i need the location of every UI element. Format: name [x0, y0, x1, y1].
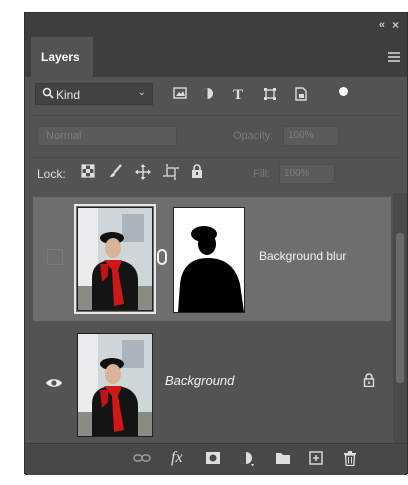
- tab-row: Layers: [25, 37, 407, 77]
- divider: [33, 157, 401, 158]
- filter-row: Kind ⌄ T: [25, 77, 407, 113]
- lock-icon: [363, 373, 375, 390]
- lock-image-pixels-icon[interactable]: [109, 164, 123, 181]
- lock-row: Lock: Fill: 100%: [25, 161, 407, 189]
- smart-object-filter-icon[interactable]: [295, 87, 307, 104]
- lock-artboard-icon[interactable]: [163, 164, 179, 183]
- blend-mode-select[interactable]: Normal: [37, 126, 177, 146]
- visibility-toggle[interactable]: [45, 197, 67, 321]
- type-filter-icon[interactable]: T: [233, 87, 243, 104]
- folder-icon[interactable]: [275, 451, 291, 468]
- layer-mask-thumbnail[interactable]: [173, 207, 245, 313]
- tab-layers[interactable]: Layers: [31, 37, 93, 77]
- add-mask-icon[interactable]: [205, 451, 221, 468]
- collapse-panel-icon[interactable]: «: [379, 19, 385, 31]
- filter-kind-select[interactable]: Kind ⌄: [35, 83, 153, 105]
- adjustment-filter-icon[interactable]: [201, 87, 214, 103]
- panel-menu-icon[interactable]: [388, 52, 400, 64]
- lock-label: Lock:: [37, 167, 66, 181]
- panel-title-strip: « ×: [25, 13, 407, 37]
- adjustment-layer-icon[interactable]: [239, 451, 255, 470]
- search-icon: [42, 87, 54, 102]
- image-filter-icon[interactable]: [173, 87, 187, 102]
- trash-icon[interactable]: [343, 451, 357, 469]
- fill-label: Fill:: [253, 168, 271, 180]
- scrollbar[interactable]: [393, 193, 407, 443]
- scrollbar-thumb[interactable]: [396, 233, 404, 383]
- chevron-down-icon: ⌄: [137, 87, 146, 98]
- eye-icon[interactable]: [45, 325, 67, 443]
- lock-transparent-pixels-icon[interactable]: [81, 164, 95, 181]
- bottom-toolbar: fx: [25, 443, 407, 475]
- link-layers-icon[interactable]: [133, 451, 151, 467]
- layers-list: Background blur Background: [33, 193, 391, 443]
- layers-panel: « × Layers Kind ⌄ T Normal Opacity: 100%…: [24, 12, 408, 475]
- divider: [33, 115, 401, 116]
- layer-name[interactable]: Background: [165, 373, 234, 388]
- layer-row[interactable]: Background blur: [33, 197, 391, 321]
- new-layer-icon[interactable]: [309, 451, 323, 468]
- link-icon[interactable]: [157, 249, 167, 265]
- filter-kind-label: Kind: [56, 88, 81, 102]
- opacity-label: Opacity:: [233, 130, 274, 142]
- layer-row[interactable]: Background: [33, 325, 391, 443]
- layer-name[interactable]: Background blur: [259, 249, 346, 263]
- filter-toggle-icon[interactable]: [339, 87, 348, 96]
- fx-icon[interactable]: fx: [171, 449, 183, 467]
- opacity-field[interactable]: 100%: [283, 126, 339, 146]
- lock-position-icon[interactable]: [135, 164, 151, 183]
- blend-row: Normal Opacity: 100%: [25, 123, 407, 153]
- layer-thumbnail[interactable]: [74, 204, 156, 314]
- lock-all-icon[interactable]: [191, 164, 203, 181]
- close-panel-icon[interactable]: ×: [392, 18, 399, 32]
- layer-thumbnail[interactable]: [77, 333, 153, 437]
- shape-filter-icon[interactable]: [263, 87, 277, 104]
- fill-field[interactable]: 100%: [279, 164, 335, 184]
